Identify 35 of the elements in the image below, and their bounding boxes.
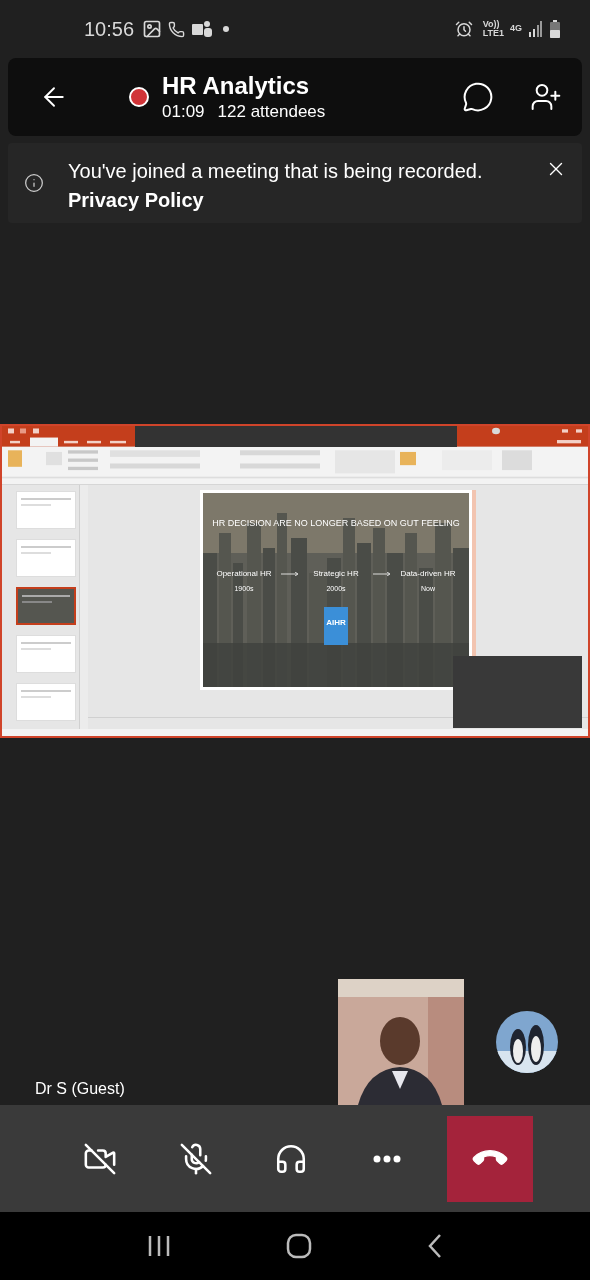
signal-icon xyxy=(528,21,542,37)
camera-off-icon xyxy=(83,1141,117,1176)
arrow-icon xyxy=(373,572,391,577)
stage-label: Operational HR xyxy=(216,568,272,581)
participant-name: Dr S (Guest) xyxy=(35,1079,126,1099)
chat-icon xyxy=(462,81,494,113)
add-person-icon xyxy=(530,81,562,113)
battery-icon xyxy=(550,20,560,38)
slide-title: HR DECISION ARE NO LONGER BASED ON GUT FEELING xyxy=(212,516,460,530)
clock-time: 10:56 xyxy=(84,17,135,42)
hang-up-button[interactable] xyxy=(447,1115,533,1202)
privacy-policy-link[interactable]: Privacy Policy xyxy=(68,186,483,215)
logo: AIHR xyxy=(324,606,348,645)
meeting-title: HR Analytics xyxy=(162,71,311,101)
phone-icon xyxy=(168,20,186,38)
mic-off-icon xyxy=(178,1141,213,1176)
alarm-icon xyxy=(454,20,473,38)
attendee-count: 122 attendees xyxy=(217,101,326,123)
info-icon xyxy=(24,173,44,193)
banner-message: You've joined a meeting that is being recorded. xyxy=(68,159,483,184)
stage-label: Strategic HR xyxy=(313,568,359,581)
back-icon[interactable] xyxy=(426,1233,443,1259)
scrollbar-track[interactable] xyxy=(80,484,88,729)
volte-label: LTE1 xyxy=(482,29,504,38)
image-icon xyxy=(142,19,163,39)
elapsed-time: 01:09 xyxy=(162,101,205,123)
network-label: 4G xyxy=(510,22,522,36)
home-icon[interactable] xyxy=(286,1233,312,1259)
volte-label: Vo)) xyxy=(482,20,500,29)
people-icon xyxy=(191,19,214,39)
slide-thumbnail[interactable] xyxy=(16,586,76,625)
more-icon xyxy=(372,1154,401,1163)
recents-icon[interactable] xyxy=(147,1235,172,1257)
stage-label: Data-driven HR xyxy=(400,568,456,581)
arrow-icon xyxy=(281,572,299,577)
